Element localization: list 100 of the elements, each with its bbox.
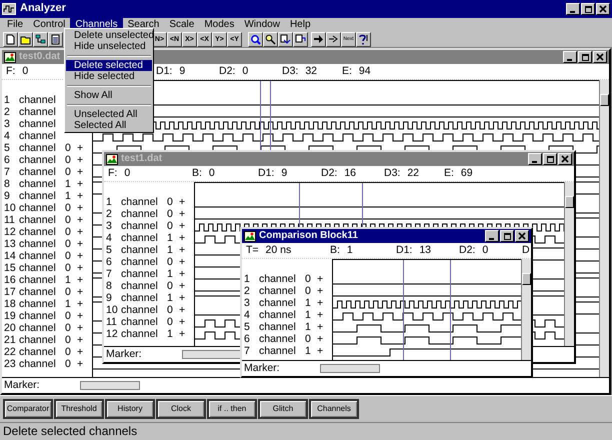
document-button[interactable] [48, 32, 63, 46]
function-button[interactable]: if .. then [207, 399, 257, 419]
channel-name[interactable]: channel [19, 154, 65, 166]
expand-toggle[interactable]: + [77, 274, 84, 286]
menu-item[interactable]: Search [122, 18, 164, 31]
function-button[interactable]: Glitch [258, 399, 308, 419]
expand-toggle[interactable]: + [77, 214, 84, 226]
channel-name[interactable]: channel [121, 328, 167, 340]
channel-name[interactable]: channel [121, 232, 167, 244]
menu-item[interactable]: Modes [199, 18, 240, 31]
channel-name[interactable]: channel [259, 272, 305, 286]
channel-name[interactable]: channel [19, 322, 65, 334]
maximize-button[interactable] [578, 51, 592, 63]
channel-name[interactable]: channel [19, 286, 65, 298]
maximize-button[interactable] [543, 153, 557, 165]
channel-name[interactable]: channel [19, 130, 65, 142]
channel-name[interactable]: channel [19, 166, 65, 178]
expand-toggle[interactable]: + [179, 304, 186, 316]
menu-item[interactable]: Delete selected [66, 60, 152, 71]
minimize-button[interactable] [566, 3, 580, 15]
vertical-scrollbar[interactable] [521, 259, 531, 360]
menu-item[interactable]: Unselected All [66, 109, 152, 120]
channel-name[interactable]: channel [121, 280, 167, 292]
help-button[interactable] [356, 32, 371, 46]
expand-toggle[interactable]: + [77, 166, 84, 178]
channel-name[interactable]: channel [19, 238, 65, 250]
channel-name[interactable]: channel [19, 214, 65, 226]
network-button[interactable] [33, 32, 48, 46]
expand-toggle[interactable]: + [317, 284, 324, 298]
new-file-button[interactable] [3, 32, 18, 46]
menu-item[interactable]: Selected All [66, 120, 152, 131]
expand-toggle[interactable]: + [179, 244, 186, 256]
minimize-button[interactable] [485, 230, 499, 242]
channel-name[interactable]: channel [259, 332, 305, 346]
expand-toggle[interactable]: + [77, 334, 84, 346]
expand-toggle[interactable]: + [317, 296, 324, 310]
channel-name[interactable]: channel [121, 196, 167, 208]
right-arrow-button[interactable] [326, 32, 341, 46]
channel-name[interactable]: channel [19, 178, 65, 190]
menu-item[interactable]: Delete unselected [66, 30, 152, 41]
channel-name[interactable]: channel [121, 208, 167, 220]
channel-name[interactable]: channel [121, 316, 167, 328]
expand-toggle[interactable]: + [77, 262, 84, 274]
channel-name[interactable]: channel [19, 298, 65, 310]
expand-toggle[interactable]: + [77, 202, 84, 214]
maximize-button[interactable] [581, 3, 595, 15]
search-button[interactable] [263, 32, 278, 46]
close-button[interactable] [558, 153, 572, 165]
expand-toggle[interactable]: + [77, 190, 84, 202]
channel-name[interactable]: channel [19, 190, 65, 202]
channel-name[interactable]: channel [19, 346, 65, 358]
menu-item[interactable]: Hide unselected [66, 41, 152, 52]
channel-name[interactable]: channel [19, 142, 65, 154]
expand-toggle[interactable]: + [77, 226, 84, 238]
channel-name[interactable]: channel [19, 310, 65, 322]
function-button[interactable]: Comparator [3, 399, 53, 419]
close-button[interactable] [515, 230, 529, 242]
expand-toggle[interactable]: + [179, 208, 186, 220]
menu-item[interactable]: Window [239, 18, 285, 31]
expand-toggle[interactable]: + [179, 220, 186, 232]
channel-name[interactable]: channel [121, 304, 167, 316]
function-button[interactable]: History [105, 399, 155, 419]
expand-toggle[interactable]: + [77, 298, 84, 310]
open-file-button[interactable] [18, 32, 33, 46]
menu-item[interactable]: Help [284, 18, 316, 31]
channel-name[interactable]: channel [19, 118, 65, 130]
expand-toggle[interactable]: + [179, 268, 186, 280]
close-button[interactable] [596, 3, 610, 15]
maximize-button[interactable] [500, 230, 514, 242]
minimize-button[interactable] [563, 51, 577, 63]
expand-toggle[interactable]: + [77, 286, 84, 298]
channel-name[interactable]: channel [259, 308, 305, 322]
channel-name[interactable]: channel [121, 220, 167, 232]
expand-toggle[interactable]: + [317, 344, 324, 358]
expand-toggle[interactable]: + [179, 280, 186, 292]
menu-item[interactable]: File [2, 18, 28, 31]
function-button[interactable]: Clock [156, 399, 206, 419]
vertical-scrollbar[interactable] [564, 182, 574, 346]
channel-name[interactable]: channel [121, 268, 167, 280]
expand-toggle[interactable]: + [179, 256, 186, 268]
expand-toggle[interactable]: + [179, 328, 186, 340]
function-button[interactable]: Threshold [54, 399, 104, 419]
channel-name[interactable]: channel [19, 202, 65, 214]
expand-toggle[interactable]: + [77, 346, 84, 358]
expand-toggle[interactable]: + [179, 196, 186, 208]
menu-item[interactable]: Show All [66, 90, 152, 101]
channel-name[interactable]: channel [19, 94, 65, 106]
minimize-button[interactable] [528, 153, 542, 165]
channel-name[interactable]: channel [121, 256, 167, 268]
horizontal-scrollbar[interactable] [320, 364, 380, 373]
menu-item[interactable]: Control [28, 18, 70, 31]
right-arrow-button[interactable] [311, 32, 326, 46]
horizontal-scrollbar[interactable] [80, 381, 140, 390]
channel-name[interactable]: channel [259, 296, 305, 310]
menu-item[interactable]: Hide selected [66, 71, 152, 82]
vertical-scrollbar[interactable] [599, 80, 609, 377]
expand-toggle[interactable]: + [77, 358, 84, 370]
expand-toggle[interactable]: + [317, 320, 324, 334]
channel-name[interactable]: channel [121, 244, 167, 256]
channel-name[interactable]: channel [19, 250, 65, 262]
